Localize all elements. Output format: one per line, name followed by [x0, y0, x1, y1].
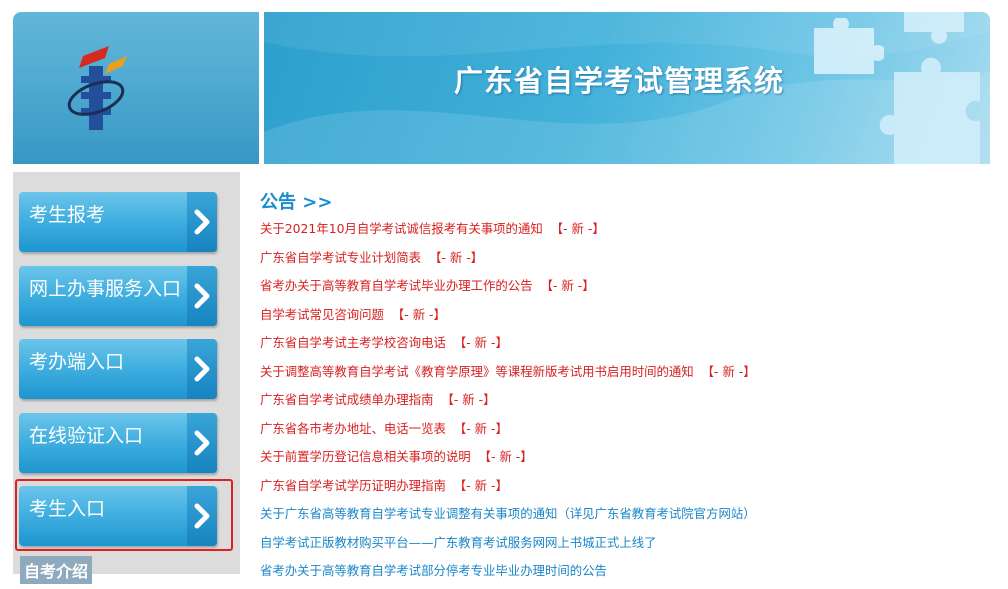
notice-list: 关于2021年10月自学考试诚信报考有关事项的通知 【- 新 -】 广东省自学考试专… — [260, 218, 756, 589]
notice-link[interactable]: 关于前置学历登记信息相关事项的说明 — [260, 449, 471, 464]
notice-item: 自学考试常见咨询问题 【- 新 -】 — [260, 304, 756, 333]
notice-link[interactable]: 自学考试正版教材购买平台——广东教育考试服务网网上书城正式上线了 — [260, 535, 657, 550]
notice-item: 关于2021年10月自学考试诚信报考有关事项的通知 【- 新 -】 — [260, 218, 756, 247]
notice-link[interactable]: 广东省各市考办地址、电话一览表 — [260, 421, 446, 436]
sidebar-button-label: 考生入口 — [29, 498, 106, 520]
notice-item: 关于前置学历登记信息相关事项的说明 【- 新 -】 — [260, 446, 756, 475]
sidebar-section-title: 自考介绍 — [20, 556, 93, 584]
notice-item: 关于调整高等教育自学考试《教育学原理》等课程新版考试用书启用时间的通知 【- 新 … — [260, 361, 756, 390]
notice-item: 广东省自学考试主考学校咨询电话 【- 新 -】 — [260, 332, 756, 361]
new-badge: 【- 新 -】 — [391, 306, 446, 322]
sidebar-button-online-verification[interactable]: 在线验证入口 — [19, 413, 217, 473]
notice-item: 广东省各市考办地址、电话一览表 【- 新 -】 — [260, 418, 756, 447]
notice-item: 关于广东省高等教育自学考试专业调整有关事项的通知（详见广东省教育考试院官方网站） — [260, 503, 756, 532]
notice-link[interactable]: 广东省自学考试成绩单办理指南 — [260, 392, 433, 407]
puzzle-piece-icon — [814, 18, 884, 74]
notice-link[interactable]: 关于调整高等教育自学考试《教育学原理》等课程新版考试用书启用时间的通知 — [260, 364, 694, 379]
new-badge: 【- 新 -】 — [441, 392, 496, 407]
notice-item: 广东省自学考试学历证明办理指南 【- 新 -】 — [260, 475, 756, 504]
new-badge: 【- 新 -】 — [540, 278, 595, 293]
new-badge: 【- 新 -】 — [701, 363, 756, 379]
exam-authority-logo-icon[interactable] — [65, 46, 135, 136]
sidebar-button-label: 网上办事服务入口 — [29, 278, 182, 300]
notice-link[interactable]: 关于广东省高等教育自学考试专业调整有关事项的通知（详见广东省教育考试院官方网站） — [260, 506, 756, 521]
notice-link[interactable]: 省考办关于高等教育自学考试部分停考专业毕业办理时间的公告 — [260, 563, 607, 578]
notice-item: 广东省自学考试专业计划简表 【- 新 -】 — [260, 247, 756, 276]
chevron-right-icon — [187, 266, 217, 326]
sidebar-button-candidate-registration[interactable]: 考生报考 — [19, 192, 217, 252]
notice-link[interactable]: 自学考试常见咨询问题 — [260, 307, 384, 322]
notice-link[interactable]: 广东省自学考试专业计划简表 — [260, 250, 421, 265]
sidebar-button-label: 考生报考 — [29, 204, 106, 226]
notice-link[interactable]: 广东省自学考试学历证明办理指南 — [260, 478, 446, 493]
sidebar-button-label: 在线验证入口 — [29, 425, 144, 447]
new-badge: 【- 新 -】 — [478, 449, 533, 464]
notice-heading[interactable]: 公告 >> — [260, 188, 332, 214]
new-badge: 【- 新 -】 — [453, 420, 508, 436]
sidebar-button-candidate-login[interactable]: 考生入口 — [19, 486, 217, 546]
puzzle-piece-icon — [904, 12, 964, 44]
new-badge: 【- 新 -】 — [429, 249, 484, 265]
chevron-right-icon — [187, 339, 217, 399]
new-badge: 【- 新 -】 — [453, 477, 508, 493]
chevron-right-icon — [187, 192, 217, 252]
chevron-right-icon — [187, 486, 217, 546]
new-badge: 【- 新 -】 — [550, 221, 605, 236]
header-banner: 广东省自学考试管理系统 — [264, 12, 990, 164]
sidebar: 考生报考 网上办事服务入口 考办端入口 在线验证入口 考生入口 — [13, 172, 240, 574]
site-title: 广东省自学考试管理系统 — [454, 64, 785, 98]
chevron-right-icon — [187, 413, 217, 473]
notice-link[interactable]: 省考办关于高等教育自学考试毕业办理工作的公告 — [260, 278, 533, 293]
sidebar-button-exam-office[interactable]: 考办端入口 — [19, 339, 217, 399]
sidebar-button-label: 考办端入口 — [29, 351, 125, 373]
notice-item: 自学考试正版教材购买平台——广东教育考试服务网网上书城正式上线了 — [260, 532, 756, 561]
header-logo-panel — [13, 12, 259, 164]
notice-item: 省考办关于高等教育自学考试部分停考专业毕业办理时间的公告 — [260, 560, 756, 589]
notice-link[interactable]: 广东省自学考试主考学校咨询电话 — [260, 335, 446, 350]
notice-item: 省考办关于高等教育自学考试毕业办理工作的公告 【- 新 -】 — [260, 275, 756, 304]
puzzle-piece-icon — [879, 57, 980, 164]
notice-item: 广东省自学考试成绩单办理指南 【- 新 -】 — [260, 389, 756, 418]
notice-link[interactable]: 关于2021年10月自学考试诚信报考有关事项的通知 — [260, 221, 543, 236]
sidebar-button-online-services[interactable]: 网上办事服务入口 — [19, 266, 217, 326]
new-badge: 【- 新 -】 — [453, 335, 508, 350]
